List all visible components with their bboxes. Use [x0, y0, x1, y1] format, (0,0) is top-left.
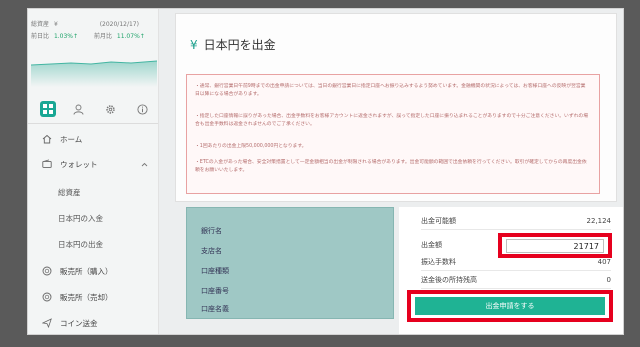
prev-month-label: 前月比 [93, 33, 112, 40]
sidebar-item-label: コイン送金 [60, 318, 98, 328]
sidebar-item-buy[interactable]: 販売所（購入） [28, 261, 158, 281]
sidebar-item-label: 販売所（売却） [60, 292, 113, 302]
fee-label: 振込手数料 [421, 258, 456, 266]
bank-field-label: 支店名 [201, 247, 222, 255]
sidebar-item-home[interactable]: ホーム [28, 129, 158, 149]
main-content: ¥ 日本円を出金 ・通常、銀行営業日午前9時までの出金申請については、当日の銀行… [159, 9, 623, 334]
balance-label: 送金後の所持残高 [421, 276, 477, 284]
tab-menu[interactable] [40, 101, 56, 117]
chevron-up-icon [141, 162, 148, 166]
available-label: 出金可能額 [421, 217, 456, 225]
prev-day-value: 1.03%↑ [53, 33, 79, 40]
bank-account-panel: 銀行名 支店名 口座種類 口座番号 口座名義 [186, 207, 394, 319]
assets-date: (2020/12/17) [99, 21, 139, 28]
fee-row: 振込手数料 407 [421, 254, 611, 271]
sidebar-subitem-jpy-deposit[interactable]: 日本円の入金 [58, 213, 103, 224]
bank-field-label: 口座名義 [201, 305, 229, 313]
app-window: 総資産 ¥ (2020/12/17) 前日比 1.03%↑ 前月比 11.07%… [27, 8, 624, 335]
user-icon [73, 104, 83, 115]
balance-row: 送金後の所持残高 0 [421, 272, 611, 289]
sidebar-item-label: ウォレット [60, 159, 98, 169]
withdraw-card: ¥ 日本円を出金 ・通常、銀行営業日午前9時までの出金申請については、当日の銀行… [175, 13, 617, 202]
sidebar-item-label: ホーム [60, 134, 83, 144]
prev-month-value: 11.07%↑ [116, 33, 145, 40]
notice-text: ・ETCの入金があった場合、安全対策措置として一定金額相当の出金が制限される場合… [195, 160, 587, 173]
notice-text: ・通常、銀行営業日午前9時までの出金申請については、当日の銀行営業日に指定口座へ… [195, 84, 586, 97]
grid-icon [43, 104, 53, 114]
notice-text: ・指定した口座情報に誤りがあった場合、出金手数料をお客様アカウントに返金されます… [195, 114, 589, 127]
sidebar-tabs [28, 97, 158, 124]
prev-day-label: 前日比 [31, 33, 50, 40]
submit-highlight: 出金申請をする [407, 290, 613, 322]
submit-withdraw-button[interactable]: 出金申請をする [415, 297, 605, 315]
send-icon [42, 318, 52, 328]
fee-value: 407 [597, 258, 611, 266]
sidebar-subitem-jpy-withdraw[interactable]: 日本円の出金 [58, 239, 103, 250]
assets-summary: 総資産 ¥ (2020/12/17) [31, 19, 139, 28]
gear-icon [105, 104, 115, 114]
sidebar: 総資産 ¥ (2020/12/17) 前日比 1.03%↑ 前月比 11.07%… [28, 9, 159, 334]
tab-help[interactable] [134, 101, 150, 117]
assets-label: 総資産 [31, 21, 50, 28]
home-icon [42, 134, 52, 144]
withdraw-summary: 出金可能額 22,124 出金額 振込手数料 407 送金後の所持残高 0 出金… [399, 207, 623, 334]
bank-field-label: 銀行名 [201, 227, 222, 235]
page-title-text: 日本円を出金 [203, 38, 276, 52]
coin-icon [42, 266, 52, 276]
coin-icon [42, 292, 52, 302]
amount-label: 出金額 [421, 241, 442, 249]
bank-field-label: 口座種類 [201, 267, 229, 275]
sidebar-item-coin-send[interactable]: コイン送金 [28, 313, 158, 333]
bank-field-label: 口座番号 [201, 287, 229, 295]
yen-icon: ¥ [190, 37, 198, 52]
change-summary: 前日比 1.03%↑ 前月比 11.07%↑ [31, 31, 145, 40]
info-icon [136, 103, 148, 115]
sidebar-subitem-total-assets[interactable]: 総資産 [58, 187, 81, 198]
tab-account[interactable] [70, 101, 86, 117]
assets-sparkline [31, 60, 157, 87]
notice-text: ・1回あたりの出金上限50,000,000円となります。 [195, 144, 307, 149]
balance-value: 0 [606, 276, 611, 284]
sidebar-item-sell[interactable]: 販売所（売却） [28, 287, 158, 307]
notice-box: ・通常、銀行営業日午前9時までの出金申請については、当日の銀行営業日に指定口座へ… [186, 74, 600, 194]
available-value: 22,124 [586, 217, 612, 225]
page-title: ¥ 日本円を出金 [190, 36, 276, 53]
sidebar-item-wallet[interactable]: ウォレット [28, 154, 158, 174]
available-row: 出金可能額 22,124 [421, 213, 611, 230]
sidebar-item-label: 販売所（購入） [60, 266, 113, 276]
wallet-icon [42, 159, 52, 168]
tab-settings[interactable] [102, 101, 118, 117]
assets-currency: ¥ [53, 21, 58, 28]
amount-input[interactable] [506, 239, 604, 253]
